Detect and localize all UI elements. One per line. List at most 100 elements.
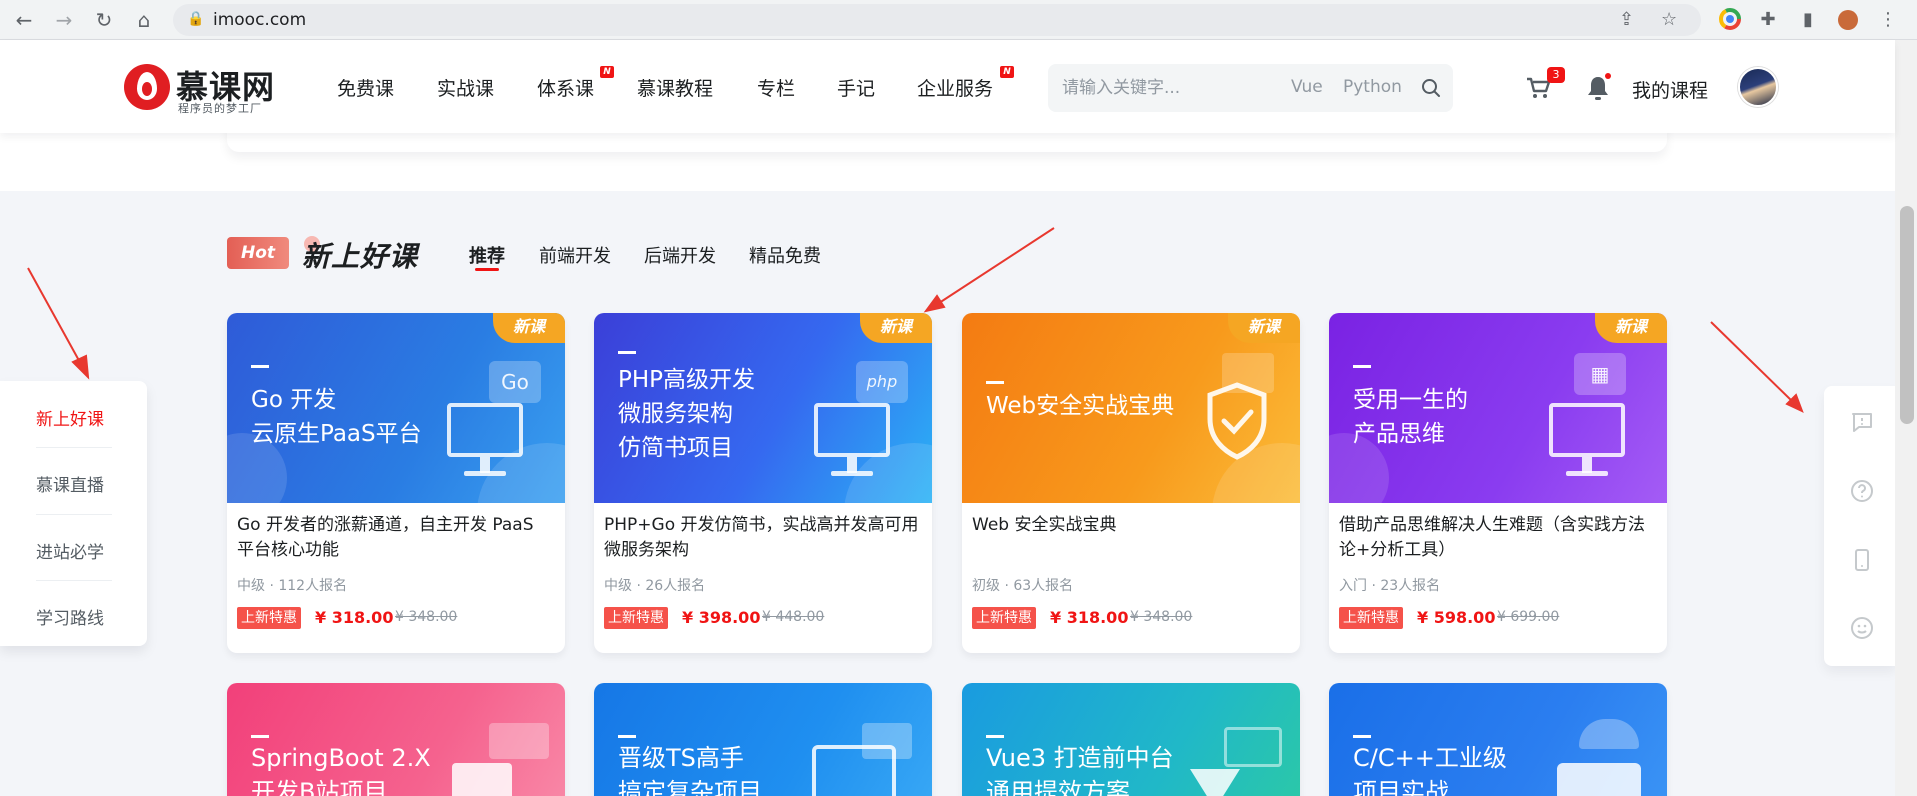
extensions-puzzle-icon[interactable]: ✚: [1756, 8, 1780, 32]
promo-badge: 上新特惠: [972, 607, 1036, 629]
nav-columns[interactable]: 专栏: [757, 74, 795, 101]
course-cover[interactable]: C/C++工业级 项目实战: [1329, 683, 1667, 796]
course-cover[interactable]: 晋级TS高手 搞定复杂项目: [594, 683, 932, 796]
monitor-icon: [1549, 403, 1625, 457]
more-menu-icon[interactable]: ⋮: [1876, 8, 1900, 32]
feedback-icon[interactable]: [1850, 410, 1874, 434]
star-icon[interactable]: ☆: [1661, 9, 1677, 30]
course-cover[interactable]: PHP高级开发 微服务架构 仿简书项目 php 新课: [594, 313, 932, 503]
tab-frontend[interactable]: 前端开发: [539, 242, 611, 268]
tab-recommend[interactable]: 推荐: [469, 242, 505, 268]
course-cover[interactable]: Go 开发 云原生PaaS平台 Go 新课: [227, 313, 565, 503]
tab-backend[interactable]: 后端开发: [644, 242, 716, 268]
new-course-tag: 新课: [860, 313, 932, 343]
course-card[interactable]: Vue3 打造前中台 通用提效方案: [962, 683, 1300, 796]
search-hot-tag[interactable]: Vue: [1291, 77, 1323, 97]
logo-icon[interactable]: [124, 64, 170, 110]
php-icon: php: [856, 361, 908, 403]
cover-title: 晋级TS高手 搞定复杂项目: [618, 744, 762, 796]
nav-system-courses[interactable]: 体系课: [537, 74, 594, 101]
share-icon[interactable]: ⇪: [1619, 9, 1634, 30]
profile-avatar-icon[interactable]: [1836, 8, 1860, 32]
course-card[interactable]: 受用一生的 产品思维 ▦ 新课 借助产品思维解决人生难题（含实践方法论+分析工具…: [1329, 313, 1667, 653]
reload-icon[interactable]: ↻: [90, 6, 118, 34]
cover-title: SpringBoot 2.X 开发B站项目: [251, 744, 431, 796]
course-name[interactable]: 借助产品思维解决人生难题（含实践方法论+分析工具）: [1339, 513, 1657, 563]
course-meta: 入门 · 23人报名: [1339, 578, 1441, 594]
nav-enterprise[interactable]: 企业服务: [917, 74, 993, 101]
left-nav-must-learn[interactable]: 进站必学: [36, 538, 104, 563]
nav-new-badge: N: [600, 66, 614, 78]
notification-dot: [1605, 73, 1611, 79]
nav-free-courses[interactable]: 免费课: [337, 74, 394, 101]
new-course-tag: 新课: [1228, 313, 1300, 343]
forward-icon[interactable]: →: [50, 6, 78, 34]
course-name[interactable]: Web 安全实战宝典: [972, 513, 1290, 563]
course-cover[interactable]: 受用一生的 产品思维 ▦ 新课: [1329, 313, 1667, 503]
url-text[interactable]: imooc.com: [213, 10, 306, 30]
course-card[interactable]: Go 开发 云原生PaaS平台 Go 新课 Go 开发者的涨薪通道，自主开发 P…: [227, 313, 565, 653]
course-card[interactable]: Web安全实战宝典 新课 Web 安全实战宝典 初级 · 63人报名 上新特惠 …: [962, 313, 1300, 653]
my-courses-link[interactable]: 我的课程: [1632, 76, 1708, 103]
search-hot-tag[interactable]: Python: [1343, 77, 1402, 97]
course-cover[interactable]: SpringBoot 2.X 开发B站项目: [227, 683, 565, 796]
chrome-extension-icon[interactable]: [1718, 8, 1742, 32]
course-cover[interactable]: Web安全实战宝典 新课: [962, 313, 1300, 503]
browser-toolbar: ← → ↻ ⌂ 🔒 imooc.com ⇪ ☆ ✚ ▮ ⋮: [0, 0, 1917, 40]
cover-title: C/C++工业级 项目实战: [1353, 744, 1507, 796]
home-icon[interactable]: ⌂: [130, 6, 158, 34]
address-bar[interactable]: 🔒 imooc.com ⇪ ☆: [173, 4, 1701, 36]
customer-service-icon[interactable]: [1850, 616, 1874, 640]
left-floating-nav: 新上好课 慕课直播 进站必学 学习路线: [0, 381, 147, 646]
nav-tutorials[interactable]: 慕课教程: [637, 74, 713, 101]
current-price: ¥ 318.00: [1050, 608, 1129, 627]
original-price: ¥ 699.00: [1497, 609, 1560, 625]
current-price: ¥ 318.00: [315, 608, 394, 627]
cart-count-badge: 3: [1547, 67, 1565, 83]
promo-badge: 上新特惠: [1339, 607, 1403, 629]
site-header: 慕课网 程序员的梦工厂 免费课 实战课 体系课 N 慕课教程 专栏 手记 企业服…: [0, 40, 1895, 133]
lock-icon: 🔒: [187, 11, 205, 27]
cover-title: Go 开发 云原生PaaS平台: [251, 387, 422, 447]
search-icon[interactable]: [1421, 78, 1441, 98]
nav-new-badge: N: [1000, 66, 1014, 78]
nav-practical-courses[interactable]: 实战课: [437, 74, 494, 101]
nav-notes[interactable]: 手记: [837, 74, 875, 101]
course-card[interactable]: 晋级TS高手 搞定复杂项目: [594, 683, 932, 796]
side-panel-icon[interactable]: ▮: [1796, 8, 1820, 32]
left-nav-learning-path[interactable]: 学习路线: [36, 604, 104, 629]
back-icon[interactable]: ←: [10, 6, 38, 34]
cover-title: Vue3 打造前中台 通用提效方案: [986, 744, 1174, 796]
mobile-app-icon[interactable]: [1850, 548, 1874, 572]
course-meta: 中级 · 26人报名: [604, 578, 706, 594]
course-price: 上新特惠 ¥ 318.00 ¥ 348.00: [237, 607, 555, 629]
cover-title: Web安全实战宝典: [986, 393, 1175, 419]
course-meta: 中级 · 112人报名: [237, 578, 348, 594]
scrollbar-thumb[interactable]: [1900, 206, 1914, 424]
course-name[interactable]: PHP+Go 开发仿简书，实战高并发高可用微服务架构: [604, 513, 922, 563]
shield-icon: [1207, 382, 1267, 460]
course-cover[interactable]: Vue3 打造前中台 通用提效方案: [962, 683, 1300, 796]
user-avatar[interactable]: [1738, 67, 1778, 107]
section-title: 新上好课: [302, 240, 419, 273]
hot-badge: Hot: [227, 237, 289, 269]
left-nav-new-courses[interactable]: 新上好课: [36, 405, 104, 430]
new-course-tag: 新课: [493, 313, 565, 343]
tab-free[interactable]: 精品免费: [749, 242, 821, 268]
course-card[interactable]: SpringBoot 2.X 开发B站项目: [227, 683, 565, 796]
course-card[interactable]: C/C++工业级 项目实战: [1329, 683, 1667, 796]
go-icon: Go: [489, 361, 541, 403]
course-price: 上新特惠 ¥ 398.00 ¥ 448.00: [604, 607, 922, 629]
active-tab-underline: [475, 268, 499, 271]
course-card[interactable]: PHP高级开发 微服务架构 仿简书项目 php 新课 PHP+Go 开发仿简书，…: [594, 313, 932, 653]
left-nav-live[interactable]: 慕课直播: [36, 471, 104, 496]
course-name[interactable]: Go 开发者的涨薪通道，自主开发 PaaS 平台核心功能: [237, 513, 555, 563]
course-price: 上新特惠 ¥ 318.00 ¥ 348.00: [972, 607, 1290, 629]
original-price: ¥ 348.00: [1130, 609, 1193, 625]
search-input[interactable]: [1062, 74, 1262, 102]
current-price: ¥ 598.00: [1417, 608, 1496, 627]
logo-slogan: 程序员的梦工厂: [178, 102, 262, 115]
right-floating-toolbar: [1824, 386, 1896, 666]
help-icon[interactable]: [1850, 479, 1874, 503]
original-price: ¥ 348.00: [395, 609, 458, 625]
